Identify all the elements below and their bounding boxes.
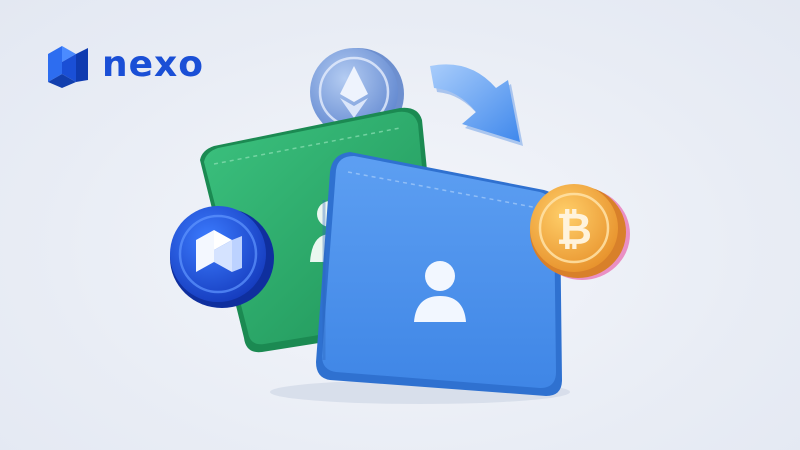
hero-banner: nexo ₿ <box>0 0 800 450</box>
transfer-arrow-icon <box>430 64 523 146</box>
blue-wallet <box>316 152 562 396</box>
svg-text:₿: ₿ <box>556 204 592 255</box>
wallet-transfer-illustration: ₿ <box>170 48 630 404</box>
